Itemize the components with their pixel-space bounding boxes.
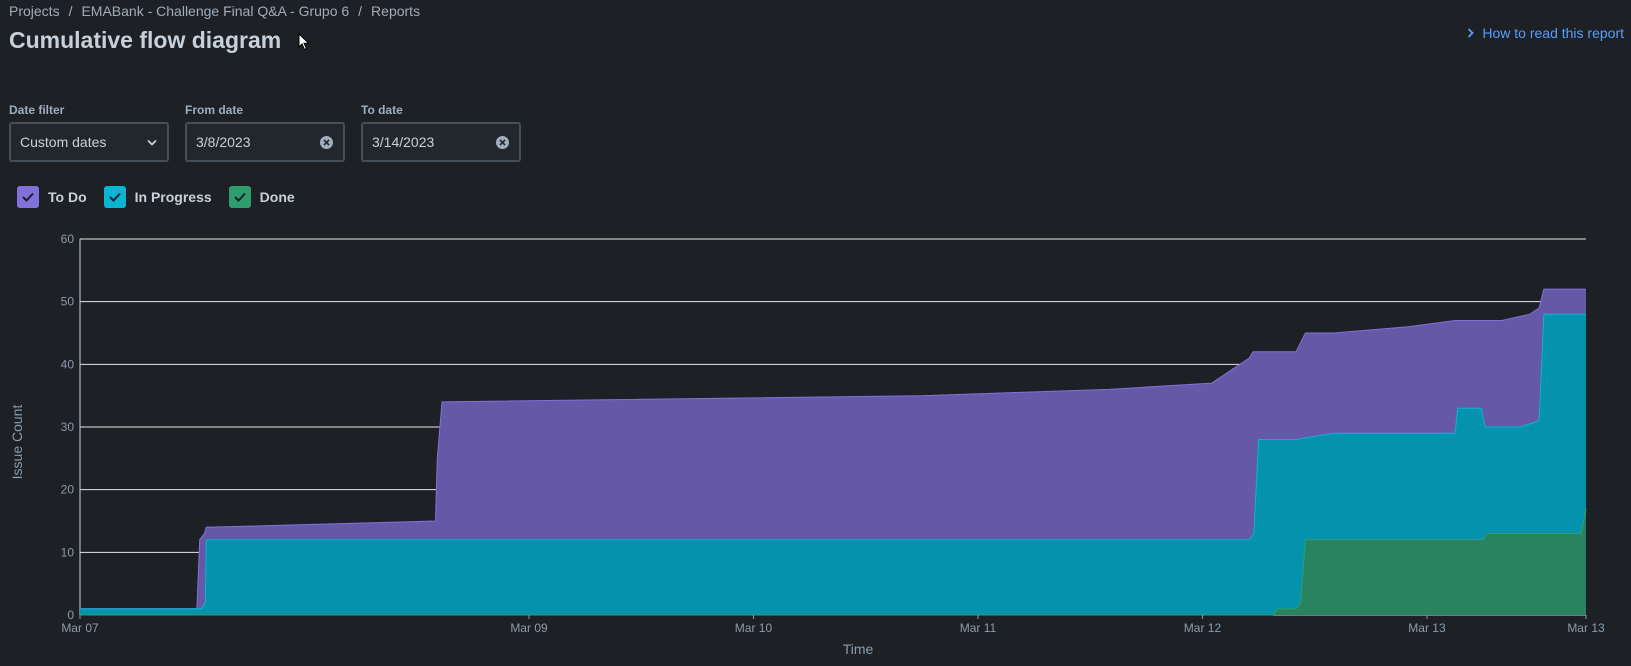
x-tick-label: Mar 13 xyxy=(1408,621,1446,635)
checkmark-icon xyxy=(22,192,34,202)
chevron-right-icon xyxy=(1468,28,1475,38)
y-tick-label: 40 xyxy=(61,357,75,371)
how-to-read-label: How to read this report xyxy=(1482,25,1624,41)
y-tick-label: 10 xyxy=(61,545,75,559)
y-tick-label: 30 xyxy=(61,420,75,434)
x-axis-title: Time xyxy=(843,641,874,657)
y-tick-label: 60 xyxy=(61,232,75,246)
date-filter-select[interactable]: Custom dates xyxy=(9,122,169,162)
breadcrumb-separator: / xyxy=(68,3,73,19)
breadcrumb-project[interactable]: EMABank - Challenge Final Q&A - Grupo 6 xyxy=(81,2,349,20)
chart-legend: To Do In Progress Done xyxy=(17,186,295,208)
x-tick-label: Mar 12 xyxy=(1184,621,1222,635)
clear-from-date-icon[interactable] xyxy=(320,135,333,149)
y-tick-label: 0 xyxy=(67,608,74,622)
from-date-label: From date xyxy=(185,103,244,117)
y-tick-label: 50 xyxy=(61,295,75,309)
in-progress-checkbox[interactable] xyxy=(103,186,126,208)
x-tick-label: Mar 07 xyxy=(61,621,99,635)
to-date-input[interactable]: 3/14/2023 xyxy=(361,122,521,162)
mouse-cursor-icon xyxy=(298,33,310,51)
x-tick-label: Mar 11 xyxy=(960,621,997,635)
legend-label-to-do: To Do xyxy=(48,189,87,205)
how-to-read-link[interactable]: How to read this report xyxy=(1467,25,1624,41)
legend-item-in-progress[interactable]: In Progress xyxy=(103,186,212,208)
filters-bar: Date filter Custom dates From date 3/8/2… xyxy=(9,103,521,162)
date-filter-group: Date filter Custom dates xyxy=(9,103,169,162)
breadcrumb: Projects / EMABank - Challenge Final Q&A… xyxy=(9,2,420,20)
x-tick-label: Mar 10 xyxy=(735,621,773,635)
clear-to-date-icon[interactable] xyxy=(496,135,509,149)
legend-label-done: Done xyxy=(259,189,295,205)
to-do-checkbox[interactable] xyxy=(17,186,39,208)
to-date-label: To date xyxy=(361,103,403,117)
to-date-value: 3/14/2023 xyxy=(372,134,435,150)
breadcrumb-projects[interactable]: Projects xyxy=(9,2,60,20)
from-date-input[interactable]: 3/8/2023 xyxy=(185,122,345,162)
legend-item-to-do[interactable]: To Do xyxy=(17,186,87,208)
cumulative-flow-chart: 0 10 20 30 40 50 60 Mar 07 Mar 09 Mar 10 Mar 11 Mar… xyxy=(9,232,1605,657)
x-tick-label: Mar 09 xyxy=(510,621,548,635)
y-axis-title: Issue Count xyxy=(9,405,25,480)
date-filter-value: Custom dates xyxy=(20,134,107,150)
date-filter-label: Date filter xyxy=(9,103,65,117)
to-date-group: To date 3/14/2023 xyxy=(361,103,521,162)
breadcrumb-separator: / xyxy=(358,3,363,19)
from-date-group: From date 3/8/2023 xyxy=(185,103,345,162)
breadcrumb-reports[interactable]: Reports xyxy=(371,2,420,20)
done-checkbox[interactable] xyxy=(228,186,251,208)
checkmark-icon xyxy=(233,192,246,202)
chevron-down-icon xyxy=(147,139,157,146)
page-title: Cumulative flow diagram xyxy=(9,27,282,53)
x-tick-label: Mar 13 xyxy=(1567,621,1605,635)
checkmark-icon xyxy=(108,192,121,202)
legend-label-in-progress: In Progress xyxy=(134,189,212,205)
from-date-value: 3/8/2023 xyxy=(196,134,251,150)
y-tick-label: 20 xyxy=(61,483,75,497)
legend-item-done[interactable]: Done xyxy=(228,186,295,208)
